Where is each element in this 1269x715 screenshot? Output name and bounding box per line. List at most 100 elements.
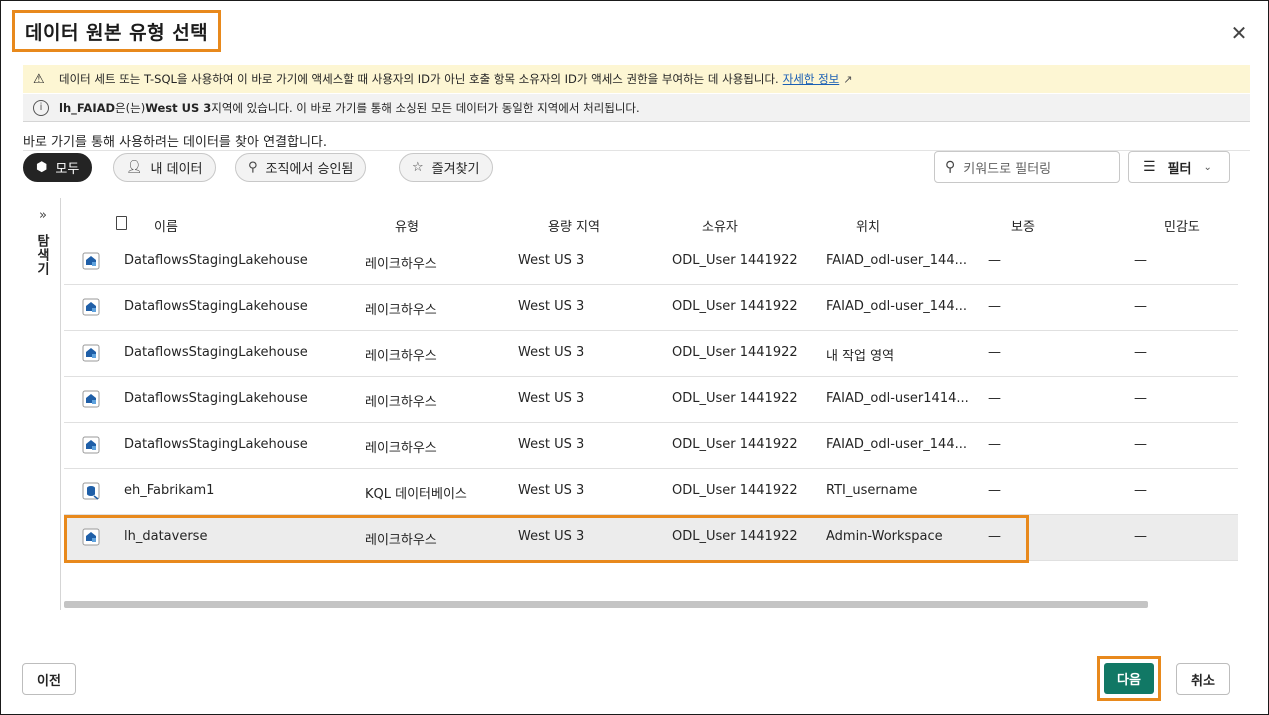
info-bar: i lh_FAIAD 은(는) West US 3 지역에 있습니다. 이 바로 …: [23, 94, 1250, 122]
cell-name: DataflowsStagingLakehouse: [124, 253, 308, 268]
search-icon: ⚲: [945, 159, 956, 175]
header-sensitivity[interactable]: 민감도: [1164, 216, 1200, 235]
filter-pill-favorites[interactable]: ☆ 즐겨찾기: [399, 153, 493, 182]
explorer-pane[interactable]: » 탐색기: [23, 198, 61, 610]
cell-region: West US 3: [518, 529, 585, 544]
lakehouse-icon: [82, 436, 100, 454]
cell-region: West US 3: [518, 253, 585, 268]
cell-location: 내 작업 영역: [826, 349, 895, 364]
cell-type: 레이크하우스: [365, 349, 437, 364]
cell-name: DataflowsStagingLakehouse: [124, 345, 308, 360]
cell-name: DataflowsStagingLakehouse: [124, 299, 308, 314]
header-type[interactable]: 유형: [395, 216, 419, 235]
table-row[interactable]: DataflowsStagingLakehouse 레이크하우스 West US 3…: [64, 285, 1238, 331]
ribbon-icon: ⚲: [248, 160, 258, 175]
cell-name: lh_dataverse: [124, 529, 208, 544]
learn-more-link[interactable]: 자세한 정보: [783, 71, 840, 87]
cell-owner: ODL_User 1441922: [672, 529, 798, 544]
external-link-icon: ↗: [843, 72, 853, 86]
cell-location: Admin-Workspace: [826, 529, 943, 544]
cell-type: 레이크하우스: [365, 303, 437, 318]
cell-endorsement: —: [988, 299, 1001, 314]
cell-owner: ODL_User 1441922: [672, 345, 798, 360]
header-name[interactable]: 이름: [154, 216, 178, 235]
table-row[interactable]: lh_dataverse 레이크하우스 West US 3 ODL_User 1441…: [64, 515, 1238, 561]
filter-pill-label: 즐겨찾기: [431, 162, 480, 177]
close-icon[interactable]: ✕: [1228, 22, 1250, 44]
cell-region: West US 3: [518, 299, 585, 314]
cell-owner: ODL_User 1441922: [672, 253, 798, 268]
cell-location: FAIAD_odl-user_144...: [826, 437, 967, 452]
cell-endorsement: —: [988, 437, 1001, 452]
info-icon: i: [33, 99, 49, 116]
warning-icon: ⚠: [33, 71, 45, 87]
cell-endorsement: —: [988, 345, 1001, 360]
filter-pill-my-data[interactable]: 👤︎ 내 데이터: [113, 153, 216, 182]
person-icon: 👤︎: [126, 160, 143, 175]
filter-button-label: 필터: [1167, 161, 1192, 177]
star-icon: ☆: [412, 160, 424, 175]
cell-location: FAIAD_odl-user_144...: [826, 253, 967, 268]
info-region: West US 3: [145, 100, 212, 115]
cell-sensitivity: —: [1134, 529, 1147, 544]
table-row[interactable]: eh_Fabrikam1 KQL 데이터베이스 West US 3 ODL_User …: [64, 469, 1238, 515]
dialog-title: 데이터 원본 유형 선택: [25, 21, 209, 44]
table-row[interactable]: DataflowsStagingLakehouse 레이크하우스 West US 3…: [64, 377, 1238, 423]
cancel-button[interactable]: 취소: [1176, 663, 1230, 695]
lakehouse-icon: [82, 390, 100, 408]
cell-region: West US 3: [518, 345, 585, 360]
table-row[interactable]: DataflowsStagingLakehouse 레이크하우스 West US 3…: [64, 423, 1238, 469]
filter-pill-endorsed[interactable]: ⚲ 조직에서 승인됨: [235, 153, 367, 182]
explorer-label: 탐색기: [34, 234, 49, 276]
cell-sensitivity: —: [1134, 253, 1147, 268]
lakehouse-icon: [82, 298, 100, 316]
cell-name: DataflowsStagingLakehouse: [124, 437, 308, 452]
table-row[interactable]: DataflowsStagingLakehouse 레이크하우스 West US 3…: [64, 239, 1238, 285]
cell-owner: ODL_User 1441922: [672, 391, 798, 406]
filter-pill-label: 내 데이터: [150, 162, 203, 177]
cell-location: FAIAD_odl-user_144...: [826, 299, 967, 314]
cell-endorsement: —: [988, 483, 1001, 498]
horizontal-scrollbar[interactable]: [64, 601, 1148, 608]
filter-icon: ☰: [1143, 159, 1156, 175]
cell-type: 레이크하우스: [365, 395, 437, 410]
info-text-part1: 은(는): [115, 100, 146, 115]
table-row[interactable]: DataflowsStagingLakehouse 레이크하우스 West US 3…: [64, 331, 1238, 377]
cell-region: West US 3: [518, 483, 585, 498]
search-placeholder: 키워드로 필터링: [963, 161, 1052, 177]
warning-text: 데이터 세트 또는 T-SQL을 사용하여 이 바로 가기에 액세스할 때 사용…: [59, 72, 779, 86]
dialog-subtitle: 바로 가기를 통해 사용하려는 데이터를 찾아 연결합니다.: [23, 135, 328, 150]
cell-owner: ODL_User 1441922: [672, 483, 798, 498]
cell-region: West US 3: [518, 437, 585, 452]
cell-name: DataflowsStagingLakehouse: [124, 391, 308, 406]
info-lakehouse-name: lh_FAIAD: [59, 100, 116, 115]
next-button[interactable]: 다음: [1104, 663, 1154, 694]
cell-region: West US 3: [518, 391, 585, 406]
lakehouse-icon: [82, 344, 100, 362]
header-endorsement[interactable]: 보증: [1011, 216, 1035, 235]
header-location[interactable]: 위치: [856, 216, 880, 235]
cell-sensitivity: —: [1134, 437, 1147, 452]
cell-endorsement: —: [988, 529, 1001, 544]
cell-type: 레이크하우스: [365, 441, 437, 456]
header-region[interactable]: 용량 지역: [548, 216, 600, 235]
cell-type: 레이크하우스: [365, 257, 437, 272]
filter-pill-all[interactable]: ⬢ 모두: [23, 153, 93, 182]
cell-owner: ODL_User 1441922: [672, 437, 798, 452]
expand-chevron-icon[interactable]: »: [39, 208, 47, 223]
cell-type: KQL 데이터베이스: [365, 487, 467, 502]
cell-name: eh_Fabrikam1: [124, 483, 215, 498]
cube-icon: ⬢: [36, 160, 48, 175]
cell-sensitivity: —: [1134, 345, 1147, 360]
chevron-down-icon: ⌄: [1203, 161, 1212, 173]
previous-button[interactable]: 이전: [22, 663, 76, 695]
cell-type: 레이크하우스: [365, 533, 437, 548]
search-input[interactable]: ⚲ 키워드로 필터링: [934, 151, 1120, 183]
cell-endorsement: —: [988, 253, 1001, 268]
cell-sensitivity: —: [1134, 391, 1147, 406]
header-owner[interactable]: 소유자: [702, 216, 738, 235]
cell-sensitivity: —: [1134, 299, 1147, 314]
next-button-highlight: 다음: [1097, 656, 1161, 701]
filter-button[interactable]: ☰ 필터 ⌄: [1128, 151, 1230, 183]
table-header: 이름 유형 용량 지역 소유자 위치 보증 민감도: [64, 208, 1244, 242]
